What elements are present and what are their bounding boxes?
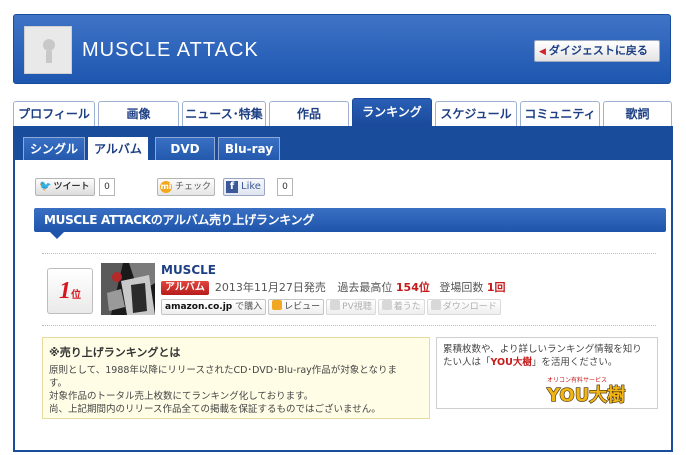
you-taiju-logo[interactable]: オリコン有料サービス YOU大樹: [545, 374, 649, 404]
facebook-like-button[interactable]: f Like: [223, 178, 265, 196]
artist-title: MUSCLE ATTACK: [82, 39, 259, 61]
peak-rank: 154位: [395, 281, 430, 294]
avatar-placeholder-icon: [43, 39, 55, 51]
album-type-badge: アルバム: [161, 281, 209, 295]
chaku-uta-button[interactable]: 着うた: [377, 299, 425, 315]
album-info: アルバム 2013年11月27日発売 過去最高位 154位 登場回数 1回: [161, 280, 506, 296]
amazon-buy-button[interactable]: amazon.co.jp で購入: [161, 299, 267, 315]
album-title-link[interactable]: MUSCLE: [161, 263, 216, 277]
divider: [42, 325, 656, 326]
triangle-left-icon: ◀: [539, 47, 546, 57]
tab-profile[interactable]: プロフィール: [13, 101, 95, 126]
subtab-bluray[interactable]: Blu-ray: [218, 137, 280, 160]
ranking-note: ※売り上げランキングとは 原則として、1988年以降にリリースされたCD･DVD…: [42, 337, 430, 419]
artist-avatar: [24, 26, 72, 74]
music-icon: [381, 300, 392, 310]
svg-text:オリコン有料サービス: オリコン有料サービス: [547, 376, 607, 384]
facebook-icon: f: [226, 181, 238, 193]
tweet-button[interactable]: 🐦 ツイート: [35, 178, 95, 196]
review-icon: [272, 300, 283, 310]
review-button[interactable]: レビュー: [268, 299, 325, 315]
download-button[interactable]: ダウンロード: [426, 299, 501, 315]
release-date: 2013年11月27日発売: [214, 281, 326, 294]
rank-badge: 1位: [47, 268, 93, 314]
you-taiju-promo[interactable]: 累積枚数や、より詳しいランキング情報を知りたい人は「YOU大樹」を活用ください。…: [436, 337, 658, 409]
tab-lyrics[interactable]: 歌詞: [603, 101, 672, 126]
like-count: 0: [277, 178, 293, 196]
pv-button[interactable]: PV視聴: [326, 299, 376, 315]
album-action-buttons: amazon.co.jp で購入 レビュー PV視聴 着うた ダウンロード: [161, 299, 503, 315]
appearance-count: 1回: [486, 281, 506, 294]
subtab-dvd[interactable]: DVD: [155, 137, 215, 160]
mixi-check-button[interactable]: mi チェック: [157, 178, 215, 196]
tweet-count: 0: [99, 178, 115, 196]
subtab-album[interactable]: アルバム: [88, 137, 148, 160]
tab-ranking[interactable]: ランキング: [352, 98, 432, 126]
divider: [42, 253, 656, 254]
subtab-bar: シングル アルバム DVD Blu-ray: [15, 126, 671, 160]
section-title: MUSCLE ATTACKのアルバム売り上げランキング: [34, 208, 666, 239]
note-title: ※売り上げランキングとは: [49, 346, 181, 359]
ranking-panel: シングル アルバム DVD Blu-ray 🐦 ツイート 0 mi チェック f Li…: [13, 126, 673, 452]
svg-text:YOU大樹: YOU大樹: [546, 384, 625, 404]
back-to-digest-button[interactable]: ◀ ダイジェストに戻る: [534, 40, 660, 62]
tab-community[interactable]: コミュニティ: [520, 101, 600, 126]
back-to-digest-label: ダイジェストに戻る: [548, 44, 648, 57]
play-icon: [330, 300, 341, 310]
tab-works[interactable]: 作品: [269, 101, 349, 126]
twitter-bird-icon: 🐦: [39, 181, 52, 192]
subtab-single[interactable]: シングル: [23, 137, 85, 160]
tab-schedule[interactable]: スケジュール: [435, 101, 517, 126]
tab-images[interactable]: 画像: [98, 101, 179, 126]
artist-header: MUSCLE ATTACK ◀ ダイジェストに戻る: [13, 14, 671, 84]
main-tabs: プロフィール 画像 ニュース･特集 作品 ランキング スケジュール コミュニティ…: [13, 98, 673, 126]
download-icon: [430, 300, 441, 310]
tab-news[interactable]: ニュース･特集: [182, 101, 266, 126]
mixi-icon: mi: [160, 181, 172, 193]
album-jacket-image[interactable]: [101, 263, 155, 315]
